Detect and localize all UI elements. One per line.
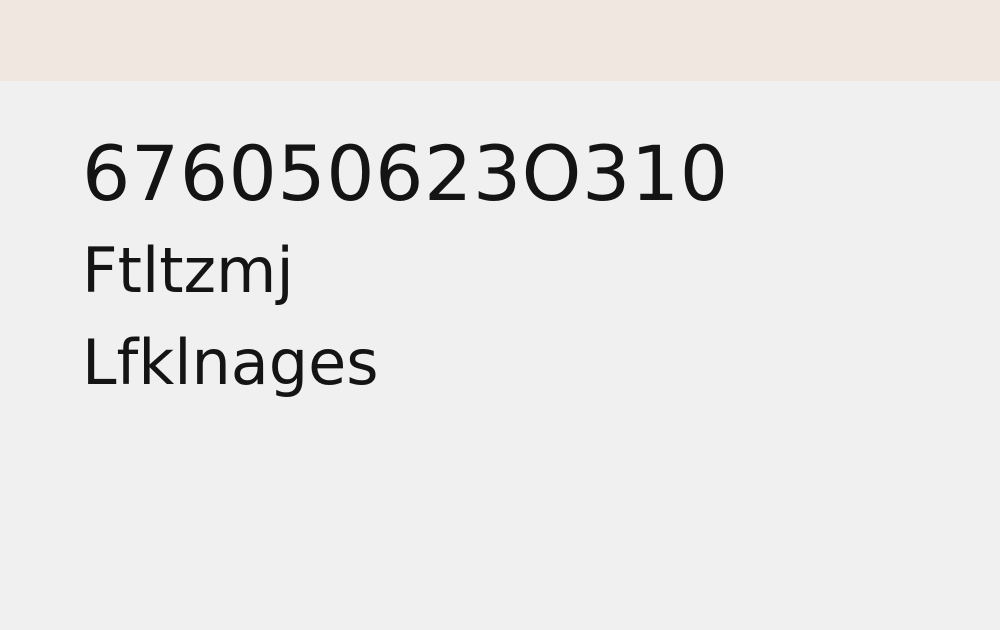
main-content: 676050623O310 Ftltzmj Lfklnages <box>82 128 962 394</box>
item-category-text: Lfklnages <box>82 326 379 399</box>
item-name-text: Ftltzmj <box>82 234 294 307</box>
item-number-text: 676050623O310 <box>82 129 729 218</box>
top-banner <box>0 0 1000 81</box>
